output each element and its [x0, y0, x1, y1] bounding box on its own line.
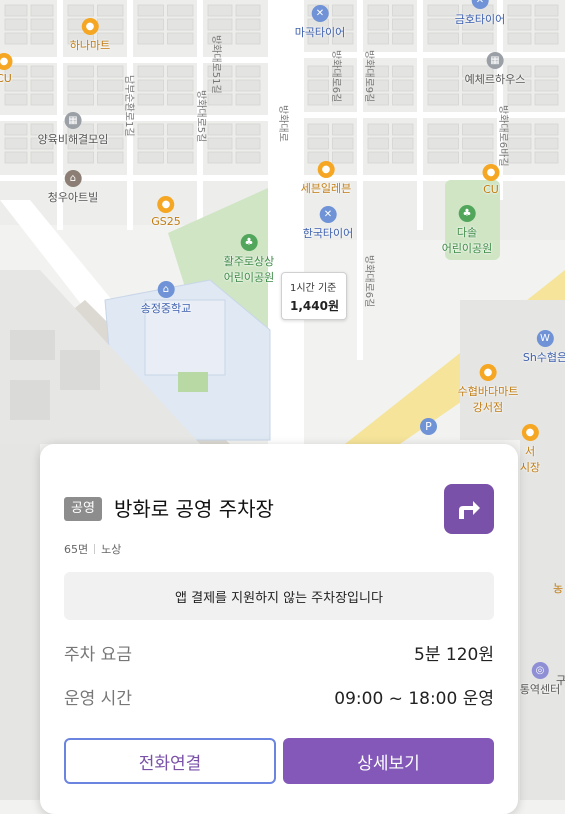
meta-divider	[94, 544, 96, 554]
parking-price-marker[interactable]: 1시간 기준 1,440원	[281, 272, 347, 320]
shopping-icon: ●	[157, 196, 175, 213]
road-label: 방화대로6길	[330, 50, 341, 103]
poi-gs25[interactable]: ● GS25	[151, 196, 181, 228]
poi-sh-suhyup[interactable]: W Sh수협은	[523, 330, 565, 365]
poi-cu-left[interactable]: ● CU	[0, 53, 13, 85]
shopping-icon: ●	[479, 364, 497, 381]
poi-suhyup-bada-mart[interactable]: ● 수협바다마트 강서점	[458, 364, 518, 415]
wrench-icon: ✕	[319, 206, 337, 223]
poi-hankook-tire[interactable]: ✕ 한국타이어	[303, 206, 353, 241]
parking-type: 노상	[101, 543, 122, 556]
road-label: 방화대로	[277, 105, 288, 142]
road-label: 방화대로5길	[195, 90, 206, 143]
park-icon: ♣	[458, 205, 476, 222]
parking-icon[interactable]: P	[420, 418, 437, 435]
fee-row: 주차 요금 5분 120원	[64, 640, 494, 665]
poi-yeche-house[interactable]: ▦ 예체르하우스	[465, 52, 525, 87]
poi-seven-eleven[interactable]: ● 세븐일레븐	[301, 161, 351, 196]
poi-songjeong-middle-school[interactable]: ⌂ 송정중학교	[141, 281, 191, 316]
poi-dasol-label: 다솔 어린이공원	[441, 226, 493, 255]
school-icon: ⌂	[157, 281, 175, 298]
price-basis: 1시간 기준	[290, 283, 337, 294]
directions-button[interactable]	[444, 484, 494, 534]
space-count: 65면	[64, 543, 89, 556]
poi-hana-mart[interactable]: ● 하나마트	[70, 18, 110, 53]
wrench-icon: ✕	[471, 0, 489, 9]
parking-meta: 65면 노상	[64, 541, 121, 557]
poi-kumho-tire[interactable]: ✕ 금호타이어	[455, 0, 505, 27]
park-icon: ♣	[240, 234, 258, 251]
poi-cu-right[interactable]: ● CU	[482, 164, 500, 196]
poi-dasol-park[interactable]: ♣ 다솔 어린이공원	[441, 205, 493, 256]
poi-cheongwoo-artville[interactable]: ⌂ 청우아트빌	[48, 170, 98, 205]
building-icon: ▦	[486, 52, 504, 69]
road-label: 방화대로51길	[210, 35, 221, 94]
parking-info-card: 공영 방화로 공영 주차장 65면 노상 앱 결제를 지원하지 않는 주차장입니다…	[40, 444, 518, 814]
public-badge: 공영	[64, 497, 102, 521]
shopping-icon: ●	[0, 53, 13, 70]
building-icon: ▦	[64, 112, 82, 129]
fee-value: 5분 120원	[414, 645, 494, 665]
turn-right-arrow-icon	[459, 501, 480, 519]
poi-yangyuk[interactable]: ▦ 양육비해결모임	[38, 112, 108, 147]
poi-interpret-center[interactable]: ◎ 통역센터	[520, 662, 560, 697]
home-icon: ⌂	[64, 170, 82, 187]
poi-hwaljuro-park[interactable]: ♣ 활주로상상 어린이공원	[224, 234, 274, 285]
road-label: 남부순환로1길	[123, 75, 134, 137]
road-label: 방화대로6바길	[497, 105, 508, 167]
building-icon: ◎	[531, 662, 549, 679]
shopping-icon: ●	[521, 424, 539, 441]
hours-row: 운영 시간 09:00 ~ 18:00 운영	[64, 684, 494, 709]
bank-icon: W	[536, 330, 554, 347]
parking-lot-title: 방화로 공영 주차장	[114, 497, 274, 521]
road-label: 방화대로9길	[363, 50, 374, 103]
poi-market[interactable]: ● 서 시장	[520, 424, 540, 475]
detail-button[interactable]: 상세보기	[283, 738, 494, 784]
hours-label: 운영 시간	[64, 689, 132, 709]
hours-value: 09:00 ~ 18:00 운영	[334, 689, 494, 709]
call-button[interactable]: 전화연결	[64, 738, 276, 784]
shopping-icon: ●	[81, 18, 99, 35]
partial-label-gu: 구	[556, 674, 565, 687]
wrench-icon: ✕	[311, 5, 329, 22]
road-label: 방화대로6길	[363, 255, 374, 308]
shopping-icon: ●	[317, 161, 335, 178]
app-payment-notice: 앱 결제를 지원하지 않는 주차장입니다	[64, 572, 494, 620]
price-value: 1,440원	[290, 299, 339, 313]
fee-label: 주차 요금	[64, 645, 132, 665]
partial-label-nong: 농	[553, 582, 564, 595]
poi-magok-tire[interactable]: ✕ 마곡타이어	[295, 5, 345, 40]
